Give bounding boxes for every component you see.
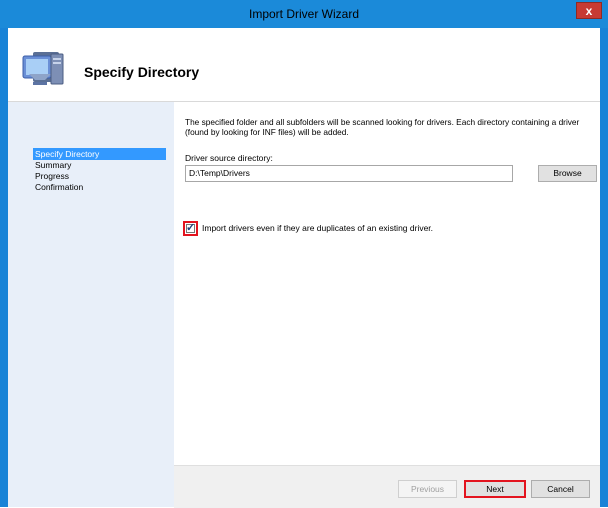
close-button[interactable]: x	[576, 2, 602, 19]
instructions-text: The specified folder and all subfolders …	[185, 117, 580, 137]
computer-monitor-icon	[22, 52, 64, 85]
step-confirmation[interactable]: Confirmation	[33, 181, 166, 193]
previous-button[interactable]: Previous	[398, 480, 457, 498]
close-icon: x	[585, 4, 593, 18]
button-bar: Previous Next Cancel	[174, 465, 600, 508]
cancel-button[interactable]: Cancel	[531, 480, 590, 498]
wizard-body: Specify Directory Specify Directory Summ…	[8, 28, 600, 508]
source-directory-input[interactable]: D:\Temp\Drivers	[185, 165, 513, 182]
duplicate-checkbox[interactable]: ✓	[186, 222, 196, 234]
duplicate-checkbox-label[interactable]: Import drivers even if they are duplicat…	[202, 223, 433, 233]
duplicate-checkbox-highlight[interactable]: ✓	[183, 221, 198, 236]
wizard-window: Import Driver Wizard x Specify Directory…	[0, 0, 608, 508]
wizard-steps: Specify Directory Summary Progress Confi…	[8, 102, 174, 507]
title-bar: Import Driver Wizard x	[0, 0, 608, 28]
page-header: Specify Directory	[8, 28, 600, 102]
page-title: Specify Directory	[84, 64, 200, 80]
source-directory-label: Driver source directory:	[185, 153, 273, 163]
checkmark-icon: ✓	[186, 222, 196, 234]
window-title: Import Driver Wizard	[248, 7, 359, 21]
next-button[interactable]: Next	[464, 480, 526, 498]
browse-button[interactable]: Browse	[538, 165, 597, 182]
step-content: The specified folder and all subfolders …	[174, 102, 600, 465]
